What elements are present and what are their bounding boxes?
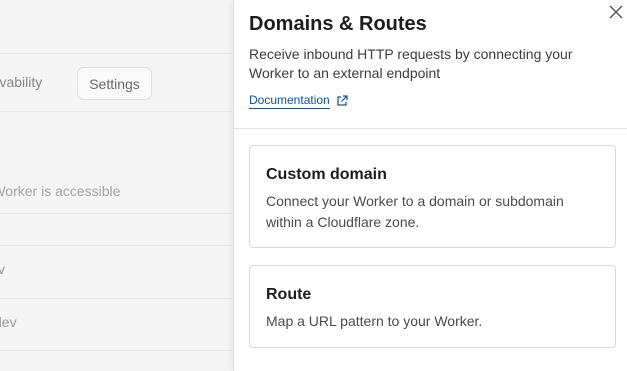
documentation-link[interactable]: Documentation [249, 93, 348, 109]
card-title: Custom domain [266, 166, 387, 183]
background-page: servability Settings ur Worker is access… [0, 0, 233, 371]
card-description: Map a URL pattern to your Worker. [266, 313, 483, 329]
close-button[interactable] [607, 3, 625, 21]
panel-divider [234, 128, 627, 129]
panel-title: Domains & Routes [249, 13, 427, 35]
documentation-link-label: Documentation [249, 93, 330, 109]
card-description: Connect your Worker to a domain or subdo… [266, 193, 564, 230]
modal-overlay [0, 0, 233, 371]
card-title: Route [266, 286, 312, 303]
custom-domain-card[interactable]: Custom domain Connect your Worker to a d… [249, 145, 616, 248]
close-icon [609, 5, 623, 19]
panel-description: Receive inbound HTTP requests by connect… [249, 46, 573, 81]
external-link-icon [337, 95, 348, 106]
domains-routes-panel: Domains & Routes Receive inbound HTTP re… [233, 0, 627, 371]
route-card[interactable]: Route Map a URL pattern to your Worker. [249, 265, 616, 348]
